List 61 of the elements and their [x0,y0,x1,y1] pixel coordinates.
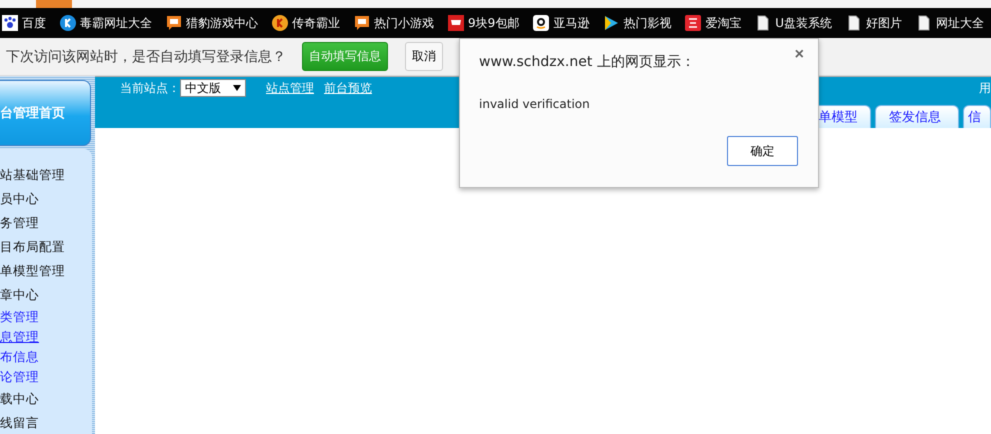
page-icon [846,15,862,31]
page-icon [916,15,932,31]
browser-button[interactable] [36,0,72,8]
bookmark-label: 亚马逊 [553,14,590,32]
dialog-message: invalid verification [479,97,590,111]
bookmark-label: 好图片 [866,14,902,32]
bookmark[interactable]: 好图片 [846,14,902,32]
bookmark-label: 热门小游戏 [374,14,434,32]
sidebar-item[interactable]: 务管理 [0,211,92,235]
sidebar-item[interactable]: 目布局配置 [0,235,92,259]
bookmark-label: 百度 [22,14,46,32]
user-label: 用 [979,80,991,96]
site-select[interactable]: 中文版 [180,79,246,97]
ok-button[interactable]: 确定 [727,136,798,166]
sidebar-item[interactable]: 载中心 [0,387,92,411]
sidebar-link[interactable]: 类管理 [0,307,92,327]
play-icon [603,15,620,31]
page-icon [755,15,772,31]
bookmark[interactable]: U盘装系统 [755,14,832,32]
site-label: 当前站点： [120,80,180,96]
chat-box-icon [166,15,182,31]
bookmark[interactable]: 猎豹游戏中心 [166,14,258,32]
shop-icon [685,15,702,31]
close-button[interactable]: × [788,45,810,65]
bookmark-label: 网址大全 [936,14,984,32]
bookmark-label: 9块9包邮 [468,14,520,32]
tab[interactable]: 信 [963,105,991,128]
dialog-title: www.schdzx.net 上的网页显示： [479,53,695,71]
k-circle-icon [60,15,76,31]
bookmark-label: 爱淘宝 [705,14,742,32]
bookmark[interactable]: 热门小游戏 [354,14,434,32]
bookmark[interactable]: 热门影视 [603,14,672,32]
bookmark-label: 传奇霸业 [292,14,340,32]
bookmark[interactable]: 爱淘宝 [685,14,742,32]
k-coin-icon [272,15,288,31]
tab[interactable]: 签发信息 [875,105,959,128]
bookmark[interactable]: 亚马逊 [533,14,590,32]
chat-box-icon [354,15,370,31]
cart-icon [448,15,464,31]
bookmark-label: 猎豹游戏中心 [186,14,258,32]
bookmark[interactable]: 毒霸网址大全 [60,14,152,32]
cancel-button[interactable]: 取消 [405,42,443,71]
bookmark[interactable]: 传奇霸业 [272,14,340,32]
sidebar-link[interactable]: 布信息 [0,347,92,367]
bookmark-label: U盘装系统 [775,14,832,32]
sidebar-item[interactable]: 线留言 [0,411,92,434]
sidebar-item[interactable]: 员中心 [0,187,92,211]
caret-icon [233,85,241,91]
a-icon [533,15,550,31]
bookmark[interactable]: 9块9包邮 [448,14,520,32]
bookmark-label: 热门影视 [623,14,672,32]
sidebar-item[interactable]: 章中心 [0,283,92,307]
sidebar-link[interactable]: 论管理 [0,367,92,387]
bookmark[interactable]: 百度 [2,14,46,32]
bookmark[interactable]: 网址大全 [916,14,984,32]
bookmark-label: 毒霸网址大全 [80,14,152,32]
password-prompt: 下次访问该网站时，是否自动填写登录信息？ [6,48,286,66]
sidebar-item[interactable]: 站基础管理 [0,163,92,187]
sidebar-item[interactable]: 单模型管理 [0,259,92,283]
paw-icon [2,15,18,31]
sidebar-link[interactable]: 息管理 [0,327,92,347]
